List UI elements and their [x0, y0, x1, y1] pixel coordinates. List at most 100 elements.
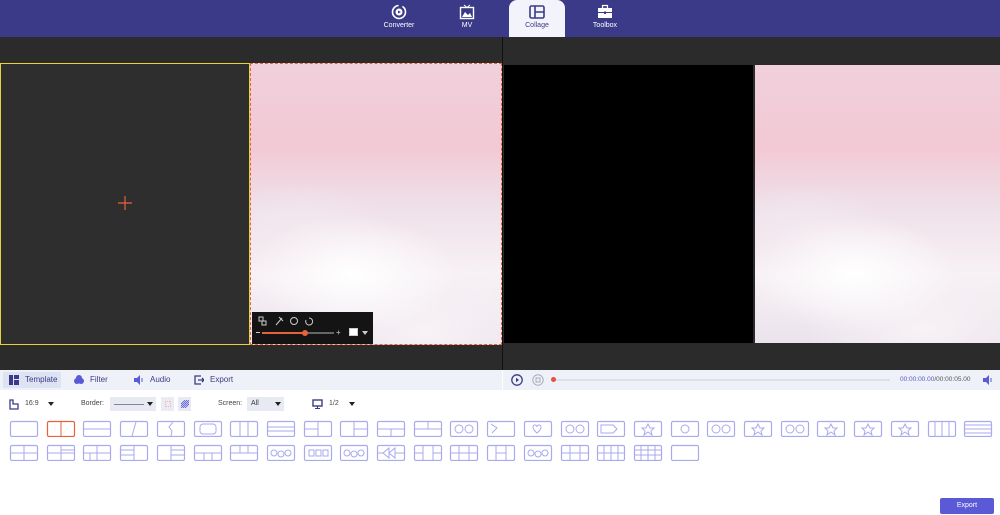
template-option[interactable]	[303, 444, 333, 462]
divider	[502, 37, 503, 370]
template-layout-icon	[670, 444, 699, 462]
nav-collage[interactable]: Collage	[509, 0, 565, 37]
template-option[interactable]	[156, 444, 186, 462]
volume-icon[interactable]	[983, 375, 993, 385]
template-option[interactable]	[560, 420, 590, 438]
template-option[interactable]	[743, 420, 773, 438]
template-option[interactable]	[119, 444, 149, 462]
page-indicator[interactable]: 1/2	[329, 395, 339, 413]
template-layout-icon	[486, 444, 516, 462]
template-option[interactable]	[46, 444, 76, 462]
template-option[interactable]	[46, 420, 76, 438]
template-option[interactable]	[339, 420, 369, 438]
play-icon[interactable]	[511, 374, 523, 386]
zoom-out-icon[interactable]	[256, 332, 260, 333]
time-display: 00:00:00.00/00:00:05.00	[900, 376, 971, 383]
fit-icon[interactable]	[349, 328, 358, 336]
template-layout-icon	[890, 420, 919, 438]
nav-toolbox[interactable]: Toolbox	[577, 0, 633, 37]
template-option[interactable]	[633, 420, 663, 438]
page-caret[interactable]	[349, 402, 355, 406]
template-option[interactable]	[376, 444, 406, 462]
tab-export[interactable]: Export	[188, 372, 233, 388]
template-option[interactable]	[596, 444, 626, 462]
empty-collage-cell[interactable]	[0, 63, 250, 345]
template-option[interactable]	[486, 444, 516, 462]
top-nav: Converter MV Collage Toolbox	[0, 0, 1000, 37]
zoom-slider-handle[interactable]	[302, 329, 309, 336]
aspect-ratio-caret[interactable]	[48, 402, 54, 406]
template-option[interactable]	[266, 420, 296, 438]
nav-label: MV	[461, 22, 473, 29]
border-color-button[interactable]	[161, 397, 174, 411]
template-option[interactable]	[927, 420, 957, 438]
template-option[interactable]	[486, 420, 516, 438]
fit-dropdown-caret[interactable]	[362, 331, 368, 335]
effect-icon[interactable]	[275, 316, 284, 326]
screen-dropdown[interactable]: All	[247, 397, 284, 411]
template-option[interactable]	[413, 420, 443, 438]
nav-mv[interactable]: MV	[439, 0, 495, 37]
template-option[interactable]	[303, 420, 333, 438]
stop-icon[interactable]	[532, 374, 544, 386]
tab-audio[interactable]: Audio	[128, 372, 170, 388]
reset-icon[interactable]	[305, 317, 314, 326]
audio-icon	[134, 375, 143, 385]
border-pattern-button[interactable]	[178, 397, 191, 411]
template-option[interactable]	[193, 444, 223, 462]
template-option[interactable]	[780, 420, 810, 438]
template-layout-icon	[83, 444, 112, 462]
template-option[interactable]	[449, 444, 479, 462]
template-layout-icon	[707, 420, 736, 438]
template-option[interactable]	[156, 420, 186, 438]
template-option[interactable]	[523, 444, 553, 462]
template-option[interactable]	[82, 444, 112, 462]
tab-template[interactable]: Template	[3, 372, 61, 388]
crop-icon[interactable]	[258, 316, 267, 326]
template-option[interactable]	[633, 444, 663, 462]
template-option[interactable]	[229, 444, 259, 462]
template-layout-icon	[266, 444, 295, 462]
zoom-slider[interactable]	[262, 329, 334, 336]
template-option[interactable]	[339, 444, 369, 462]
template-option[interactable]	[816, 420, 846, 438]
template-option[interactable]	[596, 420, 626, 438]
border-style-dropdown[interactable]	[110, 397, 156, 411]
template-option[interactable]	[853, 420, 883, 438]
template-option[interactable]	[9, 420, 39, 438]
template-option[interactable]	[706, 420, 736, 438]
export-button[interactable]: Export	[940, 498, 994, 514]
template-layout-icon	[964, 420, 993, 438]
screen-value: All	[251, 400, 259, 407]
template-layout-icon	[670, 420, 699, 438]
template-option[interactable]	[119, 420, 149, 438]
template-option[interactable]	[449, 420, 479, 438]
template-option[interactable]	[413, 444, 443, 462]
timer-icon[interactable]	[290, 317, 298, 325]
timeline-slider[interactable]	[551, 377, 890, 382]
template-layout-icon	[450, 420, 479, 438]
tab-filter[interactable]: Filter	[68, 372, 108, 388]
template-option[interactable]	[963, 420, 993, 438]
nav-converter[interactable]: Converter	[371, 0, 427, 37]
template-option[interactable]	[670, 420, 700, 438]
nav-label: Collage	[525, 22, 549, 29]
zoom-in-icon[interactable]: +	[336, 328, 341, 337]
template-layout-icon	[119, 420, 149, 438]
template-layout-icon	[633, 420, 662, 438]
media-collage-cell[interactable]: +	[250, 63, 502, 345]
aspect-ratio-value[interactable]: 16:9	[25, 395, 39, 413]
template-option[interactable]	[266, 444, 296, 462]
template-option[interactable]	[523, 420, 553, 438]
template-layout-icon	[193, 444, 222, 462]
template-option[interactable]	[376, 420, 406, 438]
template-option[interactable]	[229, 420, 259, 438]
template-option[interactable]	[560, 444, 590, 462]
screen-label: Screen:	[218, 400, 243, 407]
template-option[interactable]	[9, 444, 39, 462]
timeline-handle[interactable]	[551, 377, 556, 382]
template-option[interactable]	[82, 420, 112, 438]
template-option[interactable]	[890, 420, 920, 438]
template-option[interactable]	[193, 420, 223, 438]
template-option[interactable]	[670, 444, 700, 462]
